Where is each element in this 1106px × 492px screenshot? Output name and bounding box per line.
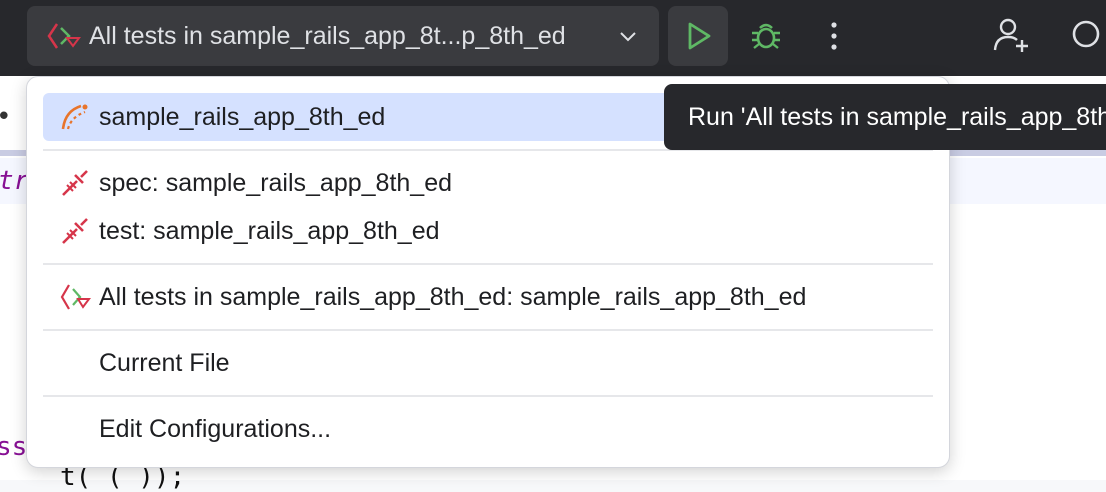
rails-icon <box>59 101 91 133</box>
menu-separator <box>43 395 933 397</box>
debug-button[interactable] <box>736 6 796 66</box>
config-item-label: spec: sample_rails_app_8th_ed <box>99 168 453 197</box>
editor-text-fragment: • <box>0 102 12 132</box>
run-configuration-label: All tests in sample_rails_app_8t...p_8th… <box>89 21 566 50</box>
empty-icon-slot <box>59 413 91 445</box>
run-button[interactable] <box>668 6 728 66</box>
config-item-label: Current File <box>99 348 230 377</box>
editor-text-fragment: ss <box>0 432 28 462</box>
config-item-label: All tests in sample_rails_app_8th_ed: sa… <box>99 282 807 311</box>
config-item-spec[interactable]: spec: sample_rails_app_8th_ed <box>43 159 933 207</box>
main-toolbar: All tests in sample_rails_app_8t...p_8th… <box>0 0 1106 76</box>
config-item-label: test: sample_rails_app_8th_ed <box>99 216 440 245</box>
more-vertical-icon <box>831 22 837 50</box>
menu-separator <box>43 263 933 265</box>
edit-configurations-item[interactable]: Edit Configurations... <box>43 405 933 453</box>
more-actions-button[interactable] <box>804 6 864 66</box>
rspec-icon <box>59 167 91 199</box>
config-item-label: sample_rails_app_8th_ed <box>99 102 386 131</box>
search-button[interactable] <box>1056 6 1106 66</box>
add-user-button[interactable] <box>982 6 1042 66</box>
test-unit-icon <box>59 215 91 247</box>
debug-icon <box>752 23 780 49</box>
config-item-label: Edit Configurations... <box>99 414 332 443</box>
chevron-down-icon <box>615 23 641 49</box>
empty-icon-slot <box>59 347 91 379</box>
config-item-current-file[interactable]: Current File <box>43 339 933 387</box>
ruby-test-icon <box>59 281 91 313</box>
ruby-test-icon <box>45 20 81 52</box>
tooltip-text: Run 'All tests in sample_rails_app_8th_e… <box>688 102 1106 131</box>
editor-text-fragment: tr <box>0 166 30 196</box>
run-configuration-selector[interactable]: All tests in sample_rails_app_8t...p_8th… <box>27 6 659 66</box>
add-user-icon <box>993 18 1028 52</box>
run-tooltip: Run 'All tests in sample_rails_app_8th_e… <box>664 84 1106 150</box>
run-icon <box>688 22 711 50</box>
config-item-all-tests[interactable]: All tests in sample_rails_app_8th_ed: sa… <box>43 273 933 321</box>
menu-separator <box>43 329 933 331</box>
config-item-test[interactable]: test: sample_rails_app_8th_ed <box>43 207 933 255</box>
search-icon <box>1072 20 1100 48</box>
